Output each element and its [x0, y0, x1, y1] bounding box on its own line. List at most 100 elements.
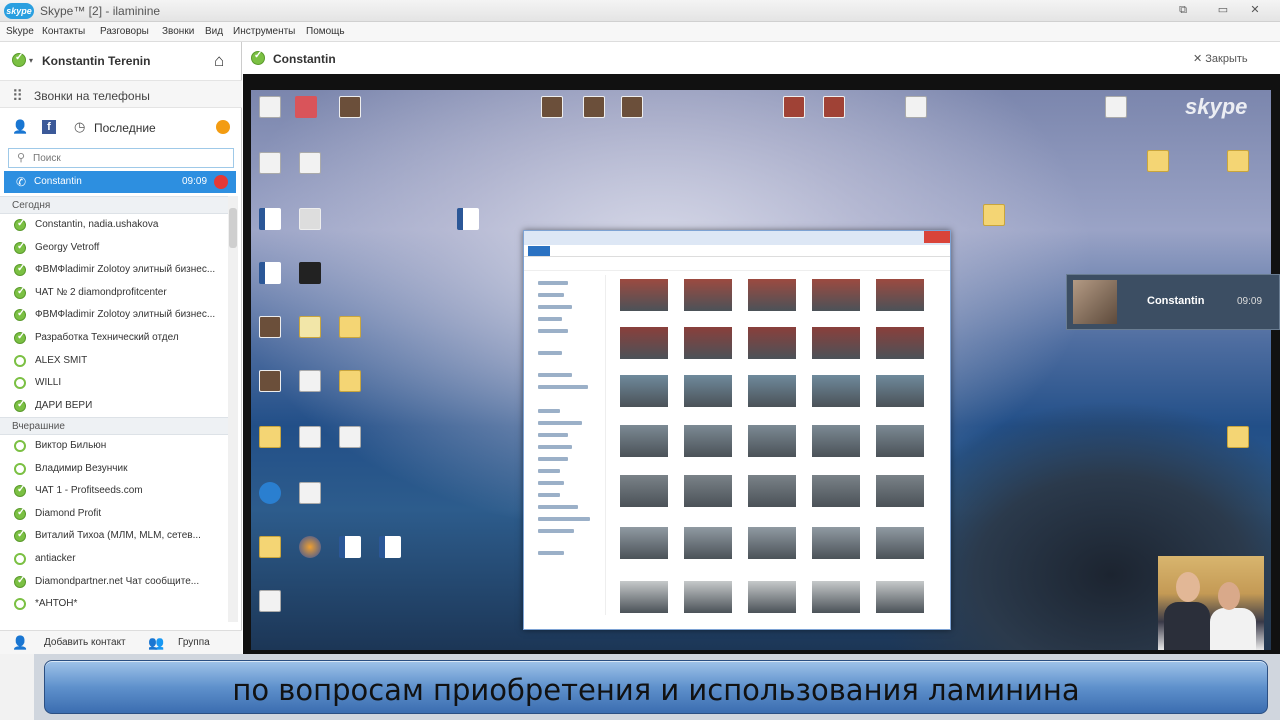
contact-list-item[interactable]: ФВМФladimir Zolotoy элитный бизнес...	[0, 259, 228, 281]
menu-calls[interactable]: Звонки	[162, 26, 194, 37]
desktop-folder-icon	[259, 426, 281, 448]
dialpad-icon: ⠿	[12, 88, 23, 105]
nav-item	[538, 551, 564, 555]
contact-name: Diamond Profit	[35, 507, 102, 519]
contact-list-item[interactable]: Georgy Vetroff	[0, 237, 228, 259]
contact-name: ДАРИ ВЕРИ	[35, 399, 93, 411]
photo-thumbnail	[748, 279, 796, 311]
online-status-icon	[14, 218, 26, 231]
desktop-file-icon	[299, 370, 321, 392]
contacts-scrollbar[interactable]	[228, 196, 238, 622]
contact-list-item[interactable]: Diamond Profit	[0, 503, 228, 525]
photo-thumbnail	[812, 581, 860, 613]
nav-item	[538, 529, 574, 533]
photo-thumbnail	[620, 327, 668, 359]
contact-list-item[interactable]: antiacker	[0, 548, 228, 570]
search-input[interactable]	[33, 151, 228, 165]
menu-help[interactable]: Помощь	[306, 26, 345, 37]
explorer-window	[523, 230, 951, 630]
conversation-title[interactable]: Constantin	[273, 52, 336, 66]
close-conversation-button[interactable]: ✕ Закрыть	[1193, 52, 1248, 65]
section-today: Сегодня	[0, 196, 228, 214]
close-icon[interactable]: ✕	[1244, 2, 1266, 18]
add-contact-button[interactable]: Добавить контакт	[44, 637, 126, 648]
group-button[interactable]: Группа	[178, 637, 210, 648]
group-icon[interactable]: 👥	[148, 635, 164, 651]
desktop-folder-icon	[299, 316, 321, 338]
tab-recent[interactable]: Последние	[94, 121, 156, 135]
bottom-bar: 👤 Добавить контакт 👥 Группа	[0, 630, 242, 654]
desktop-app-icon	[259, 482, 281, 504]
contact-list-item[interactable]: Diamondpartner.net Чат сообщите...	[0, 571, 228, 593]
online-status-icon[interactable]	[12, 52, 26, 67]
contact-list-item[interactable]: Владимир Везунчик	[0, 458, 228, 480]
desktop-file-icon	[339, 426, 361, 448]
contact-name: ФВМФladimir Zolotoy элитный бизнес...	[35, 264, 216, 276]
contact-list-item[interactable]: Виталий Тихоа (МЛМ, MLM, сетев...	[0, 525, 228, 547]
offline-status-icon	[14, 598, 26, 611]
photo-thumbnail	[748, 327, 796, 359]
scroll-thumb[interactable]	[229, 208, 237, 248]
desktop-folder-icon	[1147, 150, 1169, 172]
photo-thumbnail	[812, 475, 860, 507]
photo-thumbnail	[876, 327, 924, 359]
offline-status-icon	[14, 440, 26, 452]
photo-thumbnail	[812, 327, 860, 359]
restore-icon[interactable]: ⧉	[1172, 2, 1194, 18]
menu-skype[interactable]: Skype	[6, 26, 34, 37]
desktop-word-icon	[457, 208, 479, 230]
active-call-item[interactable]: ✆ Constantin 09:09	[4, 171, 236, 193]
desktop-file-icon	[1105, 96, 1127, 118]
nav-item	[538, 409, 560, 413]
contact-list-item[interactable]: ALEX SMIT	[0, 350, 228, 372]
menu-view[interactable]: Вид	[205, 26, 223, 37]
user-name[interactable]: Konstantin Terenin	[42, 54, 150, 68]
contact-list-item[interactable]: ЧАТ № 2 diamondprofitcenter	[0, 282, 228, 304]
contact-list-item[interactable]: Разработка Технический отдел	[0, 327, 228, 349]
self-video-preview[interactable]	[1158, 556, 1264, 650]
desktop-folder-icon	[339, 316, 361, 338]
explorer-ribbon	[524, 245, 950, 257]
call-overlay[interactable]: Constantin 09:09	[1066, 274, 1280, 330]
notification-icon[interactable]	[216, 120, 230, 134]
desktop-file-icon	[259, 152, 281, 174]
facebook-icon[interactable]: f	[42, 120, 56, 134]
contact-list-item[interactable]: ФВМФladimir Zolotoy элитный бизнес...	[0, 304, 228, 326]
minimize-icon[interactable]: ▭	[1212, 2, 1234, 18]
nav-item	[538, 481, 564, 485]
online-status-icon	[14, 263, 26, 277]
home-icon[interactable]: ⌂	[214, 51, 224, 71]
contact-list-item[interactable]: ДАРИ ВЕРИ	[0, 395, 228, 417]
contacts-tab-icon[interactable]: 👤	[12, 119, 28, 135]
nav-item	[538, 373, 572, 377]
nav-item	[538, 351, 562, 355]
menu-tools[interactable]: Инструменты	[233, 26, 295, 37]
section-yesterday-label: Вчерашние	[12, 421, 65, 432]
menu-contacts[interactable]: Контакты	[42, 26, 85, 37]
desktop-file-icon	[905, 96, 927, 118]
photo-thumbnail	[876, 375, 924, 407]
contact-list-item[interactable]: Constantin, nadia.ushakova	[0, 214, 228, 236]
add-contact-icon[interactable]: 👤	[12, 635, 28, 651]
nav-item	[538, 445, 572, 449]
contact-list-item[interactable]: *АНТОН*	[0, 593, 228, 615]
clock-icon[interactable]: ◷	[74, 119, 85, 135]
contact-list-item[interactable]: Виктор Бильюн	[0, 435, 228, 457]
user-bar[interactable]: ▾ Konstantin Terenin ⌂	[0, 48, 242, 74]
active-call-time: 09:09	[182, 176, 208, 187]
offline-status-icon	[14, 553, 26, 565]
online-status-icon	[14, 529, 26, 543]
menu-conversations[interactable]: Разговоры	[100, 26, 149, 37]
phone-calls-button[interactable]: ⠿ Звонки на телефоны	[0, 80, 242, 108]
nav-item	[538, 305, 572, 309]
nav-item	[538, 493, 560, 497]
search-box[interactable]: ⚲	[8, 148, 234, 168]
shared-screen-video[interactable]: skype	[243, 74, 1280, 654]
contact-name: ALEX SMIT	[35, 354, 88, 366]
contact-list-item[interactable]: ЧАТ 1 - Profitseeds.com	[0, 480, 228, 502]
contact-list-item[interactable]: WILLI	[0, 372, 228, 394]
section-today-label: Сегодня	[12, 200, 51, 211]
photo-thumbnail	[876, 475, 924, 507]
end-call-icon[interactable]	[214, 175, 228, 189]
chevron-down-icon[interactable]: ▾	[29, 56, 33, 65]
